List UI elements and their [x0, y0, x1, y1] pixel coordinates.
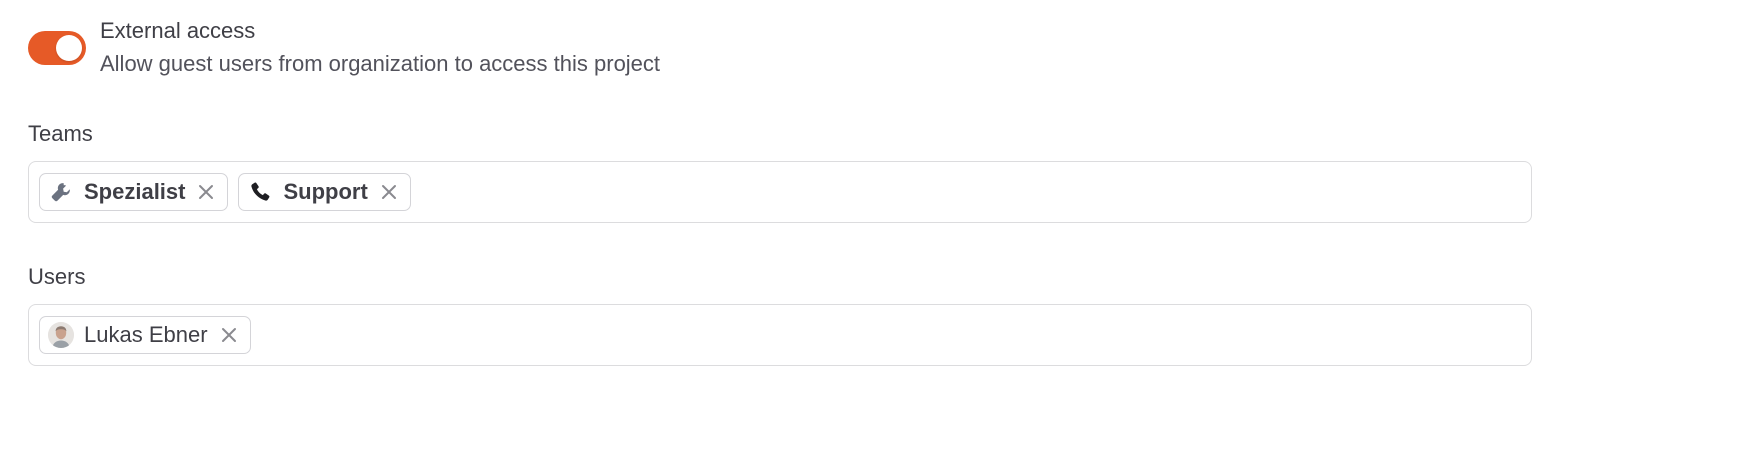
remove-spezialist-button[interactable] [195, 181, 217, 203]
team-chip-spezialist: Spezialist [39, 173, 229, 211]
external-access-text: External access Allow guest users from o… [100, 16, 660, 79]
user-chip-label: Lukas Ebner [84, 322, 208, 347]
wrench-icon [48, 179, 74, 205]
close-icon [199, 185, 214, 199]
teams-input[interactable]: Spezialist Support [28, 161, 1532, 223]
close-icon [221, 328, 236, 342]
users-input[interactable]: Lukas Ebner [28, 304, 1532, 366]
avatar [48, 322, 74, 348]
users-label: Users [28, 264, 86, 289]
team-chip-label: Support [283, 179, 368, 204]
teams-label: Teams [28, 121, 93, 146]
external-access-description: Allow guest users from organization to a… [100, 51, 661, 76]
toggle-knob [56, 35, 82, 61]
phone-icon [247, 179, 273, 205]
external-access-settings: External access Allow guest users from o… [28, 14, 1532, 366]
remove-support-button[interactable] [378, 181, 400, 203]
external-access-title: External access [100, 18, 256, 43]
team-chip-label: Spezialist [84, 179, 186, 204]
team-chip-support: Support [238, 173, 411, 211]
external-access-row: External access Allow guest users from o… [28, 14, 1532, 79]
close-icon [381, 185, 396, 199]
remove-lukas-ebner-button[interactable] [218, 324, 240, 346]
external-access-toggle[interactable] [28, 31, 86, 65]
user-chip-lukas-ebner: Lukas Ebner [39, 316, 251, 354]
